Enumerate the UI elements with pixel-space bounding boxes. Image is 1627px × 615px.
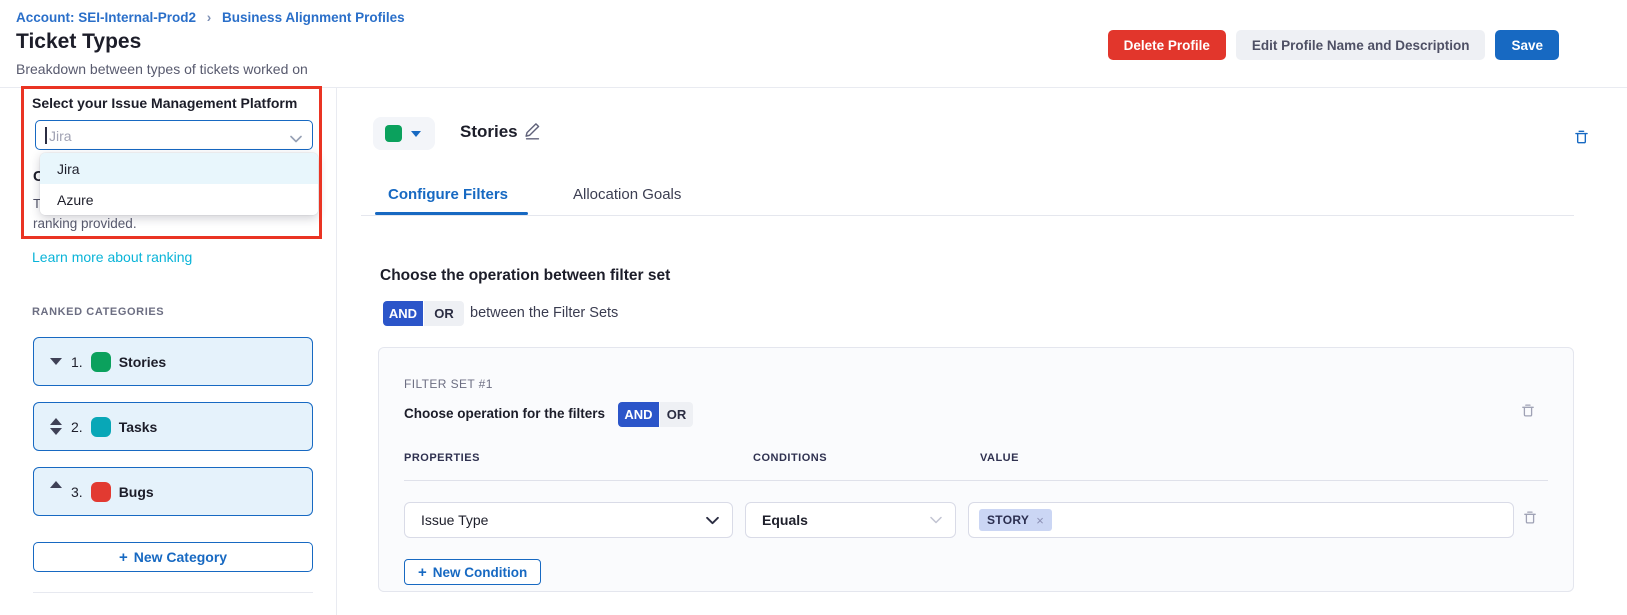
trash-icon xyxy=(1522,514,1538,529)
filter-set-card xyxy=(378,347,1574,592)
sort-down-icon[interactable] xyxy=(50,428,62,435)
trash-icon xyxy=(1520,407,1536,422)
value-multiselect-field[interactable]: STORY × xyxy=(968,502,1514,538)
column-header-value: VALUE xyxy=(980,452,1019,464)
breadcrumb: Account: SEI-Internal-Prod2 › Business A… xyxy=(16,10,405,25)
platform-select-input[interactable]: Jira xyxy=(35,120,313,150)
sort-arrows xyxy=(48,418,64,435)
save-button[interactable]: Save xyxy=(1495,30,1559,60)
category-color-swatch xyxy=(91,417,111,437)
breadcrumb-account-link[interactable]: Account: SEI-Internal-Prod2 xyxy=(16,10,196,25)
or-toggle[interactable]: OR xyxy=(424,301,464,326)
chevron-down-icon xyxy=(706,516,719,525)
filter-set-operator-toggle: AND OR xyxy=(383,301,464,326)
new-condition-button[interactable]: + New Condition xyxy=(404,559,541,585)
category-rank: 2. xyxy=(71,419,83,435)
category-name: Stories xyxy=(119,354,166,370)
learn-more-ranking-link[interactable]: Learn more about ranking xyxy=(32,249,192,265)
new-condition-label: New Condition xyxy=(433,565,528,580)
sort-up-icon[interactable] xyxy=(50,418,62,425)
platform-placeholder: Jira xyxy=(49,128,72,144)
operator-caption: between the Filter Sets xyxy=(470,305,618,321)
chevron-down-icon xyxy=(290,130,302,148)
tab-configure-filters[interactable]: Configure Filters xyxy=(388,186,508,203)
category-card-stories[interactable]: 1. Stories xyxy=(33,337,313,386)
sort-down-icon[interactable] xyxy=(50,358,62,365)
breadcrumb-profiles-link[interactable]: Business Alignment Profiles xyxy=(222,10,405,25)
new-category-label: New Category xyxy=(134,549,227,565)
condition-value: Equals xyxy=(762,512,808,528)
plus-icon: + xyxy=(119,550,128,565)
remove-tag-icon[interactable]: × xyxy=(1036,513,1044,528)
platform-option-azure[interactable]: Azure xyxy=(40,184,318,215)
condition-select[interactable]: Equals xyxy=(745,502,956,538)
plus-icon: + xyxy=(418,565,427,580)
text-cursor xyxy=(45,127,47,144)
pencil-icon xyxy=(523,128,542,143)
edit-category-name-button[interactable] xyxy=(523,121,542,140)
new-category-button[interactable]: + New Category xyxy=(33,542,313,572)
column-header-conditions: CONDITIONS xyxy=(753,452,827,464)
or-toggle[interactable]: OR xyxy=(660,402,693,427)
ranked-categories-heading: RANKED CATEGORIES xyxy=(32,306,164,318)
category-card-tasks[interactable]: 2. Tasks xyxy=(33,402,313,451)
and-toggle[interactable]: AND xyxy=(383,301,423,326)
delete-category-button[interactable] xyxy=(1573,128,1590,146)
tab-allocation-goals[interactable]: Allocation Goals xyxy=(573,186,681,203)
value-tag-story: STORY × xyxy=(979,509,1052,531)
category-color-swatch xyxy=(91,352,111,372)
breadcrumb-separator-icon: › xyxy=(207,10,212,25)
filters-operation-label: Choose operation for the filters xyxy=(404,406,605,421)
sort-arrows xyxy=(48,358,64,365)
tabstrip-border xyxy=(361,215,1574,216)
header-actions: Delete Profile Edit Profile Name and Des… xyxy=(1108,30,1559,60)
category-rank: 1. xyxy=(71,354,83,370)
category-color-swatch xyxy=(91,482,111,502)
edit-profile-button[interactable]: Edit Profile Name and Description xyxy=(1236,30,1486,60)
active-tab-underline xyxy=(375,212,528,215)
caret-down-icon xyxy=(411,131,421,137)
tag-label: STORY xyxy=(987,513,1029,527)
filter-set-divider xyxy=(404,480,1548,481)
color-swatch xyxy=(385,125,402,142)
filter-set-operation-heading: Choose the operation between filter set xyxy=(380,267,670,285)
app-root: Account: SEI-Internal-Prod2 › Business A… xyxy=(0,0,1627,615)
and-toggle[interactable]: AND xyxy=(618,402,659,427)
filter-set-title: FILTER SET #1 xyxy=(404,377,493,391)
category-name: Bugs xyxy=(119,484,154,500)
property-select[interactable]: Issue Type xyxy=(404,502,733,538)
category-name: Tasks xyxy=(119,419,158,435)
delete-profile-button[interactable]: Delete Profile xyxy=(1108,30,1226,60)
obscured-text-fragment: ranking provided. xyxy=(33,216,137,231)
property-value: Issue Type xyxy=(421,512,488,528)
delete-filter-set-button[interactable] xyxy=(1520,402,1536,419)
sort-up-icon[interactable] xyxy=(50,481,62,488)
sort-arrows xyxy=(48,488,64,495)
page-title: Ticket Types xyxy=(16,30,141,54)
category-color-dropdown[interactable] xyxy=(373,117,435,150)
filters-operator-toggle: AND OR xyxy=(618,402,693,427)
column-header-properties: PROPERTIES xyxy=(404,452,480,464)
category-card-bugs[interactable]: 3. Bugs xyxy=(33,467,313,516)
trash-icon xyxy=(1573,134,1590,149)
sidebar-divider xyxy=(33,592,313,593)
delete-condition-button[interactable] xyxy=(1522,509,1538,526)
page-subtitle: Breakdown between types of tickets worke… xyxy=(16,61,308,77)
platform-option-jira[interactable]: Jira xyxy=(40,153,318,184)
platform-select-label: Select your Issue Management Platform xyxy=(32,95,297,111)
platform-dropdown-menu: Jira Azure xyxy=(40,153,318,215)
category-rank: 3. xyxy=(71,484,83,500)
selected-category-title: Stories xyxy=(460,122,518,142)
chevron-down-icon xyxy=(930,516,942,524)
page-header: Account: SEI-Internal-Prod2 › Business A… xyxy=(0,0,1627,88)
